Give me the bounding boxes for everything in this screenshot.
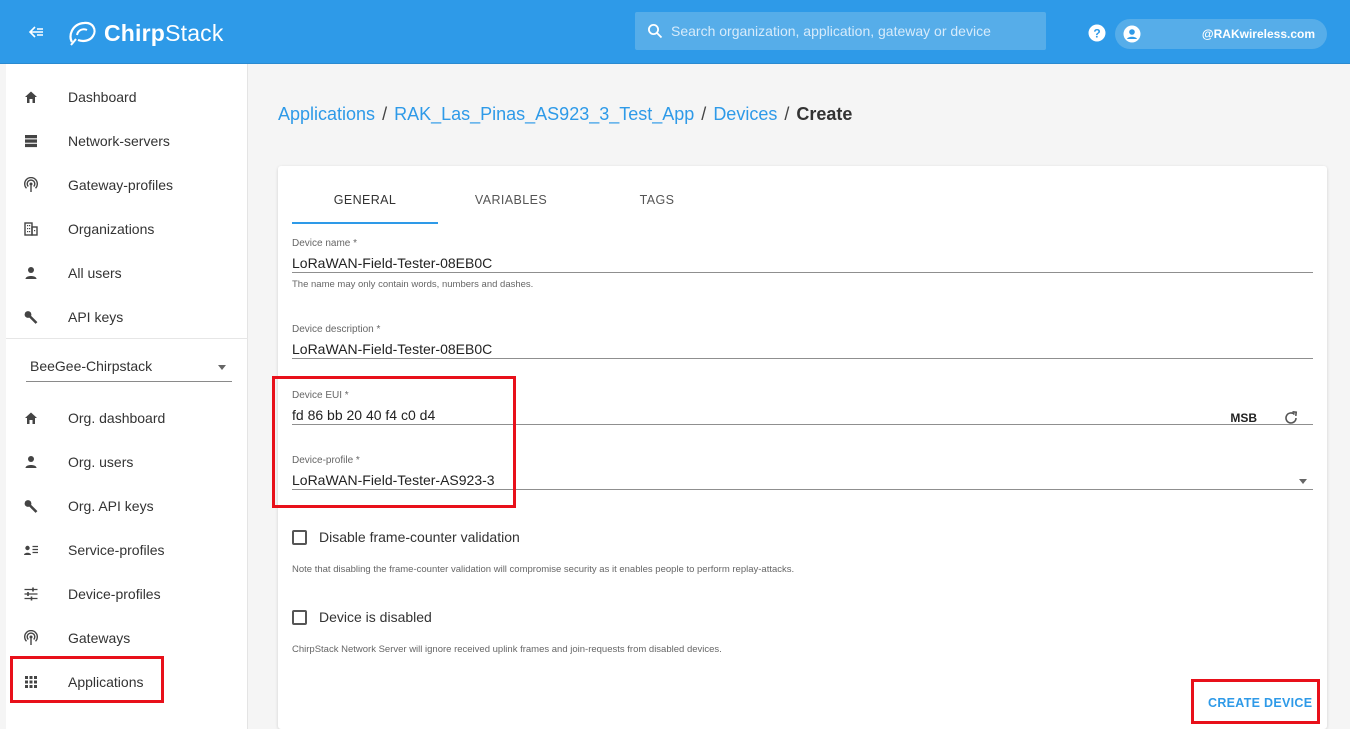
- tab-general[interactable]: GENERAL: [292, 182, 438, 224]
- disable-fcnt-label: Disable frame-counter validation: [319, 529, 520, 545]
- sidebar-item-api-keys[interactable]: API keys: [6, 295, 248, 339]
- device-description-input[interactable]: [292, 335, 1313, 359]
- form-tabs: GENERAL VARIABLES TAGS: [292, 182, 730, 224]
- collapse-menu-icon[interactable]: [26, 22, 46, 42]
- device-name-help: The name may only contain words, numbers…: [292, 279, 534, 290]
- sidebar-item-org-api-keys[interactable]: Org. API keys: [6, 484, 248, 528]
- highlight-box-create-device: [1191, 679, 1320, 724]
- home-icon: [22, 88, 40, 106]
- chevron-down-icon: [218, 365, 226, 370]
- user-menu[interactable]: @RAKwireless.com: [1115, 19, 1327, 49]
- home-icon: [22, 409, 40, 427]
- breadcrumb-devices-link[interactable]: Devices: [713, 104, 777, 125]
- logo-text: ChirpStack: [104, 19, 224, 46]
- device-disabled-checkbox[interactable]: [292, 609, 307, 625]
- sidebar-item-all-users[interactable]: All users: [6, 251, 248, 295]
- device-description-label: Device description *: [292, 324, 381, 335]
- byte-order-toggle[interactable]: MSB: [1230, 411, 1257, 425]
- sidebar-item-gateways[interactable]: Gateways: [6, 616, 248, 660]
- device-description-field: Device description *: [292, 324, 1313, 359]
- breadcrumb: Applications / RAK_Las_Pinas_AS923_3_Tes…: [278, 104, 852, 125]
- device-name-label: Device name *: [292, 238, 358, 249]
- chirpstack-logo[interactable]: ChirpStack: [66, 16, 224, 50]
- sidebar-item-device-profiles[interactable]: Device-profiles: [6, 572, 248, 616]
- breadcrumb-separator: /: [701, 104, 707, 124]
- disable-fcnt-row[interactable]: Disable frame-counter validation: [292, 529, 520, 545]
- device-name-field: Device name * The name may only contain …: [292, 238, 1313, 290]
- breadcrumb-applications-link[interactable]: Applications: [278, 104, 375, 125]
- help-icon[interactable]: ?: [1088, 24, 1106, 42]
- sidebar-item-organizations[interactable]: Organizations: [6, 207, 248, 251]
- server-icon: [22, 132, 40, 150]
- top-app-bar: ChirpStack ? @RAKwireless.com: [0, 0, 1350, 64]
- device-disabled-help: ChirpStack Network Server will ignore re…: [292, 644, 722, 655]
- device-disabled-label: Device is disabled: [319, 609, 432, 625]
- disable-fcnt-help: Note that disabling the frame-counter va…: [292, 564, 795, 575]
- building-icon: [22, 220, 40, 238]
- sidebar-item-org-users[interactable]: Org. users: [6, 440, 248, 484]
- search-input[interactable]: [671, 23, 1031, 39]
- antenna-icon: [22, 629, 40, 647]
- account-list-icon: [22, 541, 40, 559]
- sidebar-divider: [6, 338, 248, 339]
- svg-text:?: ?: [1093, 27, 1100, 41]
- tab-variables[interactable]: VARIABLES: [438, 182, 584, 224]
- tune-icon: [22, 585, 40, 603]
- chevron-down-icon[interactable]: [1299, 479, 1307, 484]
- device-disabled-row[interactable]: Device is disabled: [292, 609, 432, 625]
- tab-tags[interactable]: TAGS: [584, 182, 730, 224]
- user-email: @RAKwireless.com: [1201, 27, 1315, 41]
- highlight-box-applications: [10, 656, 164, 703]
- sidebar-item-service-profiles[interactable]: Service-profiles: [6, 528, 248, 572]
- breadcrumb-application-link[interactable]: RAK_Las_Pinas_AS923_3_Test_App: [394, 104, 694, 125]
- sidebar-item-org-dashboard[interactable]: Org. dashboard: [6, 396, 248, 440]
- person-icon: [22, 264, 40, 282]
- highlight-box-eui-profile: [272, 376, 516, 508]
- antenna-icon: [22, 176, 40, 194]
- key-icon: [22, 308, 40, 326]
- sidebar-item-network-servers[interactable]: Network-servers: [6, 119, 248, 163]
- refresh-icon[interactable]: [1283, 410, 1299, 426]
- organization-select[interactable]: BeeGee-Chirpstack: [26, 348, 232, 382]
- breadcrumb-separator: /: [784, 104, 790, 124]
- sidebar-item-dashboard[interactable]: Dashboard: [6, 75, 248, 119]
- disable-fcnt-checkbox[interactable]: [292, 529, 307, 545]
- device-name-input[interactable]: [292, 249, 1313, 273]
- global-search[interactable]: [635, 12, 1046, 50]
- breadcrumb-separator: /: [382, 104, 388, 124]
- search-icon: [648, 24, 663, 39]
- account-circle-icon: [1123, 25, 1141, 43]
- chirpstack-logo-icon: [69, 21, 96, 46]
- sidebar: Dashboard Network-servers Gateway-profil…: [6, 64, 248, 729]
- person-icon: [22, 453, 40, 471]
- breadcrumb-current: Create: [796, 104, 853, 124]
- sidebar-item-gateway-profiles[interactable]: Gateway-profiles: [6, 163, 248, 207]
- key-icon: [22, 497, 40, 515]
